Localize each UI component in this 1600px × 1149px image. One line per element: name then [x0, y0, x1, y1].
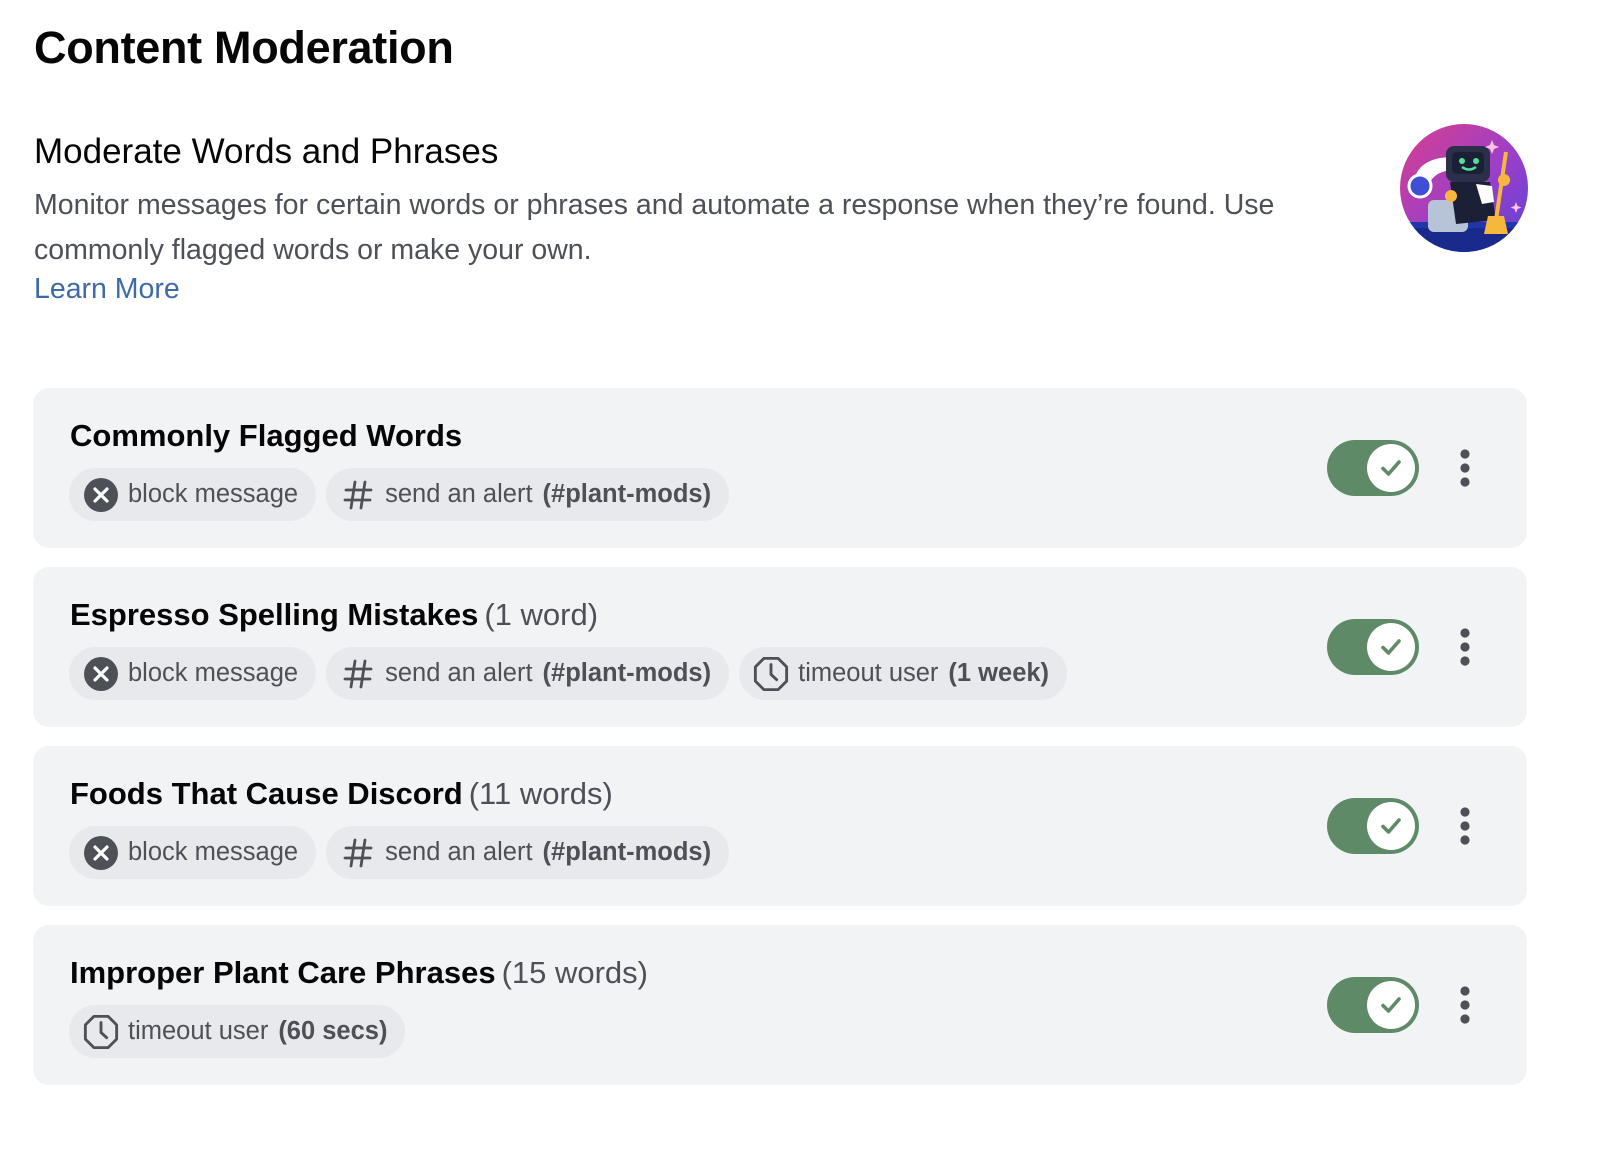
action-detail: (#plant-mods): [542, 480, 712, 508]
rule-card[interactable]: Foods That Cause Discord (11 words) block …: [33, 746, 1527, 906]
rule-actions: block message send an alert (#plant-mods): [69, 468, 730, 521]
rule-title: Improper Plant Care Phrases (15 words): [70, 955, 648, 991]
rule-word-count: (11 words): [468, 776, 613, 811]
rule-card[interactable]: Commonly Flagged Words block message send …: [33, 388, 1527, 548]
rule-word-count: (1 word): [484, 597, 599, 632]
rule-card[interactable]: Improper Plant Care Phrases (15 words) tim…: [33, 925, 1527, 1085]
rule-name: Espresso Spelling Mistakes: [70, 597, 479, 632]
more-vertical-icon: [1459, 806, 1471, 846]
toggle-knob: [1367, 623, 1415, 671]
more-options-button[interactable]: [1443, 803, 1487, 849]
more-vertical-icon: [1459, 627, 1471, 667]
toggle-knob: [1367, 444, 1415, 492]
action-detail: (#plant-mods): [542, 838, 712, 866]
action-label: send an alert: [385, 838, 533, 866]
action-label: block message: [128, 659, 299, 687]
action-chip: send an alert (#plant-mods): [326, 826, 730, 879]
rule-enabled-toggle[interactable]: [1327, 440, 1419, 496]
action-chip: block message: [69, 468, 317, 521]
rule-title: Commonly Flagged Words: [70, 418, 462, 454]
check-icon: [1376, 632, 1406, 662]
action-detail: (#plant-mods): [542, 659, 712, 687]
action-label: send an alert: [385, 659, 533, 687]
action-chip: send an alert (#plant-mods): [326, 468, 730, 521]
hashtag-icon: [340, 477, 376, 513]
rule-actions: block message send an alert (#plant-mods) t…: [69, 647, 1068, 700]
rule-actions: timeout user (60 secs): [69, 1005, 406, 1058]
toggle-knob: [1367, 981, 1415, 1029]
action-chip: timeout user (60 secs): [69, 1005, 406, 1058]
automod-robot-illustration: [1400, 124, 1528, 252]
rule-name: Commonly Flagged Words: [70, 418, 463, 453]
action-label: block message: [128, 480, 299, 508]
action-detail: (60 secs): [278, 1017, 388, 1045]
rule-enabled-toggle[interactable]: [1327, 798, 1419, 854]
check-icon: [1376, 453, 1406, 483]
rule-actions: block message send an alert (#plant-mods): [69, 826, 730, 879]
action-label: send an alert: [385, 480, 533, 508]
more-vertical-icon: [1459, 985, 1471, 1025]
rule-name: Foods That Cause Discord: [70, 776, 463, 811]
action-label: timeout user: [128, 1017, 269, 1045]
hashtag-icon: [340, 835, 376, 871]
more-options-button[interactable]: [1443, 982, 1487, 1028]
rule-title: Foods That Cause Discord (11 words): [70, 776, 613, 812]
x-circle-icon: [83, 656, 119, 692]
rule-enabled-toggle[interactable]: [1327, 619, 1419, 675]
action-chip: send an alert (#plant-mods): [326, 647, 730, 700]
clock-icon: [753, 656, 789, 692]
rule-title: Espresso Spelling Mistakes (1 word): [70, 597, 598, 633]
hashtag-icon: [340, 656, 376, 692]
toggle-knob: [1367, 802, 1415, 850]
x-circle-icon: [83, 477, 119, 513]
rule-word-count: (15 words): [501, 955, 648, 990]
clock-icon: [83, 1014, 119, 1050]
check-icon: [1376, 811, 1406, 841]
action-chip: block message: [69, 647, 317, 700]
action-detail: (1 week): [948, 659, 1050, 687]
rule-name: Improper Plant Care Phrases: [70, 955, 496, 990]
rules-list: Commonly Flagged Words block message send …: [33, 388, 1527, 1104]
section-description: Monitor messages for certain words or ph…: [34, 189, 1275, 266]
rule-card[interactable]: Espresso Spelling Mistakes (1 word) block …: [33, 567, 1527, 727]
more-options-button[interactable]: [1443, 624, 1487, 670]
action-chip: block message: [69, 826, 317, 879]
page-title: Content Moderation: [34, 22, 454, 73]
learn-more-link[interactable]: Learn More: [34, 273, 180, 306]
action-label: block message: [128, 838, 299, 866]
action-label: timeout user: [798, 659, 939, 687]
x-circle-icon: [83, 835, 119, 871]
rule-enabled-toggle[interactable]: [1327, 977, 1419, 1033]
section-title: Moderate Words and Phrases: [34, 132, 499, 171]
more-options-button[interactable]: [1443, 445, 1487, 491]
more-vertical-icon: [1459, 448, 1471, 488]
check-icon: [1376, 990, 1406, 1020]
action-chip: timeout user (1 week): [739, 647, 1068, 700]
